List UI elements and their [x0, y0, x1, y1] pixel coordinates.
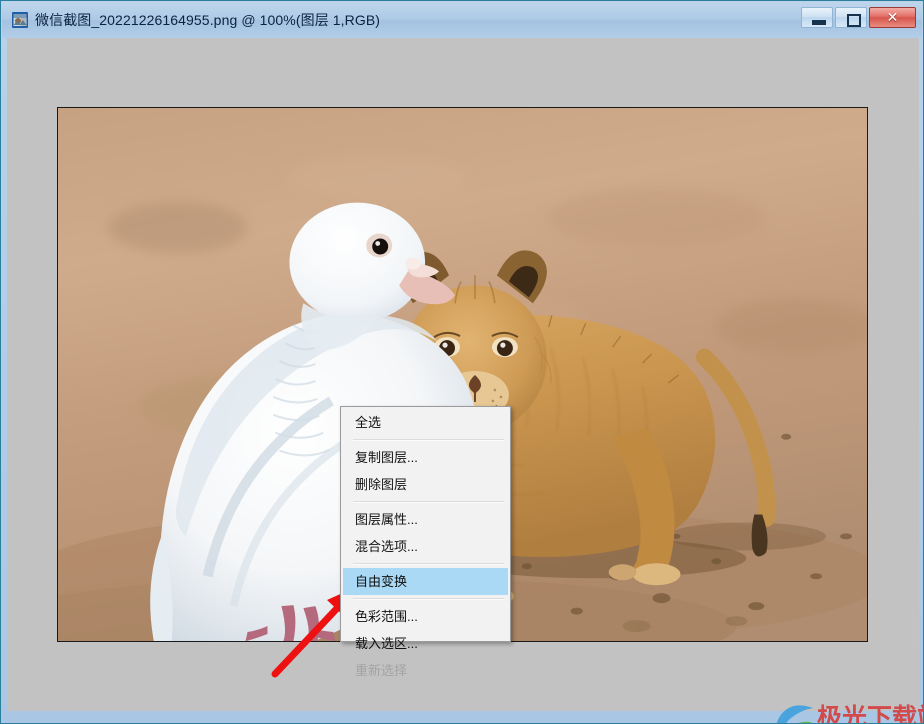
menu-item-7[interactable]: 载入选区...	[341, 630, 510, 657]
menu-item-8: 重新选择	[355, 663, 408, 678]
menu-separator	[353, 563, 504, 565]
window-title: 微信截图_20221226164955.png @ 100%(图层 1,RGB)	[35, 12, 381, 28]
maximize-icon	[847, 14, 861, 27]
watermark-logo-icon	[776, 705, 813, 724]
menu-item-6[interactable]: 色彩范围...	[341, 603, 510, 630]
screenshot-root: 微信截图_20221226164955.png @ 100%(图层 1,RGB)…	[0, 0, 924, 724]
window-controls: ✕	[801, 7, 916, 28]
close-button[interactable]: ✕	[869, 7, 916, 28]
site-watermark: 极光下载站 www.xz7.com	[773, 698, 924, 724]
menu-separator	[353, 598, 504, 600]
photoshop-document-icon	[12, 12, 28, 28]
layer-context-menu[interactable]: 全选复制图层... 删除图层图层属性... 混合选项... 自由变换色彩范围... 载入…	[340, 406, 511, 678]
application-window: 微信截图_20221226164955.png @ 100%(图层 1,RGB)…	[0, 0, 924, 724]
title-bar: 微信截图_20221226164955.png @ 100%(图层 1,RGB)…	[2, 2, 922, 38]
close-icon: ✕	[886, 9, 899, 25]
watermark-title: 极光下载站	[817, 704, 924, 724]
menu-item-2[interactable]: 删除图层	[341, 471, 510, 498]
menu-separator	[353, 439, 504, 441]
maximize-button[interactable]	[835, 7, 867, 28]
minimize-button[interactable]	[801, 7, 833, 28]
menu-separator	[353, 501, 504, 503]
menu-item-5[interactable]: 自由变换	[343, 568, 508, 595]
menu-item-0[interactable]: 全选	[341, 409, 510, 436]
menu-item-4[interactable]: 混合选项...	[341, 533, 510, 560]
menu-item-3[interactable]: 图层属性...	[341, 506, 510, 533]
menu-item-1[interactable]: 复制图层...	[341, 444, 510, 471]
minimize-icon	[812, 20, 826, 25]
